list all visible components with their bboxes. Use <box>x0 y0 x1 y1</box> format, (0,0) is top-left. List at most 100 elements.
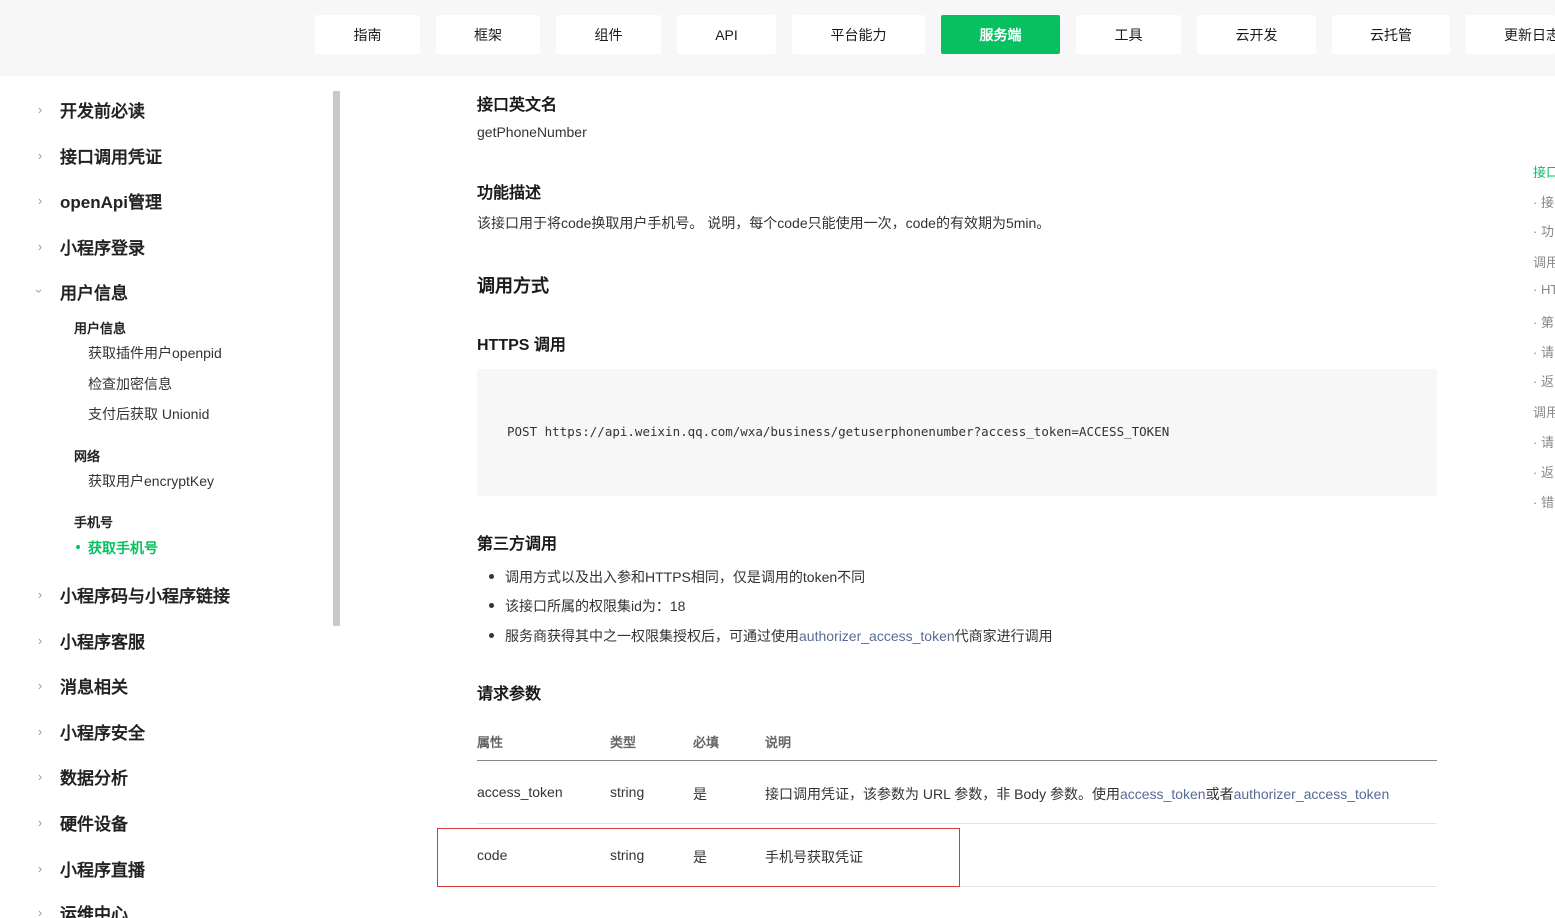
tab-api[interactable]: API <box>677 15 776 54</box>
toc-item[interactable]: 调用 <box>1533 402 1555 421</box>
request-params-heading: 请求参数 <box>477 686 542 703</box>
third-party-bullet: 该接口所属的权限集id为：18 <box>488 598 686 614</box>
sidebar-item-security[interactable]: › 小程序安全 <box>0 716 330 746</box>
sidebar-item-mini-program-login[interactable]: › 小程序登录 <box>0 231 330 261</box>
table-header-type: 类型 <box>610 735 637 750</box>
sidebar-item-access-credentials[interactable]: › 接口调用凭证 <box>0 140 330 170</box>
sidebar-item-messages[interactable]: › 消息相关 <box>0 670 330 700</box>
main-content: 接口英文名 getPhoneNumber 功能描述 该接口用于将code换取用户… <box>340 76 1520 918</box>
toc-item[interactable]: · 功 <box>1533 221 1554 240</box>
sidebar-item-label: 小程序登录 <box>60 238 145 258</box>
api-name-value: getPhoneNumber <box>477 124 587 140</box>
toc-item[interactable]: 调用 <box>1533 252 1555 271</box>
call-method-heading: 调用方式 <box>477 276 549 296</box>
sidebar-item-label: 小程序客服 <box>60 632 145 652</box>
sidebar-subitem-check-encrypted[interactable]: 检查加密信息 <box>88 374 172 394</box>
sidebar-item-label: 用户信息 <box>60 283 128 303</box>
sidebar-group-title: 用户信息 <box>74 321 127 336</box>
sidebar-item-label: 小程序直播 <box>60 860 145 880</box>
toc-item[interactable]: · 接 <box>1533 192 1554 211</box>
cell-text: 或者 <box>1205 786 1234 802</box>
toc-item[interactable]: 接口 <box>1533 162 1555 181</box>
sidebar-item-openapi-management[interactable]: › openApi管理 <box>0 185 330 215</box>
chevron-right-icon: › <box>37 238 43 254</box>
chevron-right-icon: › <box>37 632 43 648</box>
sidebar-subitem-plugin-openpid[interactable]: 获取插件用户openpid <box>88 343 222 363</box>
sidebar-item-before-development[interactable]: › 开发前必读 <box>0 94 330 124</box>
sidebar-subitem-encrypt-key[interactable]: 获取用户encryptKey <box>88 471 214 491</box>
tab-server-side[interactable]: 服务端 <box>941 15 1060 54</box>
chevron-down-icon: › <box>32 288 48 294</box>
sidebar: › 开发前必读 › 接口调用凭证 › openApi管理 › 小程序登录 › 用… <box>0 76 340 918</box>
authorizer-access-token-link[interactable]: authorizer_access_token <box>799 628 955 644</box>
https-code-block: POST https://api.weixin.qq.com/wxa/busin… <box>477 369 1437 496</box>
sidebar-item-operations-center[interactable]: › 运维中心 <box>0 897 330 918</box>
toc-item[interactable]: · 错 <box>1533 492 1554 511</box>
table-cell-description: 接口调用凭证，该参数为 URL 参数，非 Body 参数。使用access_to… <box>765 784 1389 804</box>
chevron-right-icon: › <box>37 860 43 876</box>
table-row-divider <box>477 823 1437 824</box>
sidebar-subitem-unionid[interactable]: 支付后获取 Unionid <box>88 404 209 424</box>
bullet-text: 代商家进行调用 <box>954 628 1053 644</box>
third-party-heading: 第三方调用 <box>477 536 558 553</box>
tab-framework[interactable]: 框架 <box>436 15 540 54</box>
tab-guide[interactable]: 指南 <box>315 15 420 54</box>
tab-platform-capabilities[interactable]: 平台能力 <box>792 15 925 54</box>
chevron-right-icon: › <box>37 147 43 163</box>
sidebar-item-label: 小程序码与小程序链接 <box>60 586 230 606</box>
table-header-divider <box>477 760 1437 761</box>
chevron-right-icon: › <box>37 677 43 693</box>
chevron-right-icon: › <box>37 101 43 117</box>
sidebar-subitem-label: 获取手机号 <box>88 540 158 556</box>
sidebar-item-live-streaming[interactable]: › 小程序直播 <box>0 853 330 883</box>
toc-item[interactable]: · 返 <box>1533 462 1554 481</box>
sidebar-subitem-get-phone-number[interactable]: 获取手机号 <box>76 538 158 558</box>
https-call-heading: HTTPS 调用 <box>477 337 566 354</box>
table-cell-required: 是 <box>693 786 707 802</box>
chevron-right-icon: › <box>37 768 43 784</box>
tab-cloud-development[interactable]: 云开发 <box>1197 15 1316 54</box>
sidebar-scrollbar[interactable] <box>333 91 340 626</box>
sidebar-item-label: openApi管理 <box>60 192 162 212</box>
table-of-contents: 接口 · 接 · 功 调用 · HT · 第 · 请 · 返 调用 · 请 · … <box>1520 76 1555 918</box>
chevron-right-icon: › <box>37 723 43 739</box>
https-code-text: POST https://api.weixin.qq.com/wxa/busin… <box>507 424 1170 439</box>
table-header-required: 必填 <box>693 735 720 750</box>
authorizer-access-token-link[interactable]: authorizer_access_token <box>1234 786 1390 802</box>
toc-item[interactable]: · 请 <box>1533 342 1554 361</box>
toc-item[interactable]: · 返 <box>1533 371 1554 390</box>
chevron-right-icon: › <box>37 586 43 602</box>
sidebar-item-label: 运维中心 <box>60 904 128 918</box>
highlight-box <box>437 828 960 887</box>
toc-item[interactable]: · HT <box>1533 282 1555 297</box>
sidebar-item-label: 接口调用凭证 <box>60 147 162 167</box>
sidebar-item-label: 小程序安全 <box>60 723 145 743</box>
sidebar-item-qrcode-links[interactable]: › 小程序码与小程序链接 <box>0 579 330 609</box>
top-navigation-bar: 指南 框架 组件 API 平台能力 服务端 工具 云开发 云托管 更新日志 <box>0 0 1555 76</box>
sidebar-item-label: 硬件设备 <box>60 814 128 834</box>
table-cell-type: string <box>610 784 645 800</box>
sidebar-item-customer-service[interactable]: › 小程序客服 <box>0 625 330 655</box>
bullet-text: 服务商获得其中之一权限集授权后，可通过使用 <box>505 628 799 644</box>
sidebar-group-title: 网络 <box>74 449 101 464</box>
sidebar-item-label: 开发前必读 <box>60 101 145 121</box>
tab-changelog[interactable]: 更新日志 <box>1466 15 1555 54</box>
tab-components[interactable]: 组件 <box>556 15 661 54</box>
tab-cloud-hosting[interactable]: 云托管 <box>1332 15 1450 54</box>
chevron-right-icon: › <box>37 814 43 830</box>
sidebar-group-title: 手机号 <box>74 515 114 530</box>
sidebar-item-analytics[interactable]: › 数据分析 <box>0 761 330 791</box>
sidebar-item-label: 数据分析 <box>60 768 128 788</box>
access-token-link[interactable]: access_token <box>1120 786 1206 802</box>
toc-item[interactable]: · 请 <box>1533 432 1554 451</box>
api-name-heading: 接口英文名 <box>477 97 558 114</box>
toc-item[interactable]: · 第 <box>1533 312 1554 331</box>
table-header-description: 说明 <box>765 735 792 750</box>
description-text: 该接口用于将code换取用户手机号。 说明，每个code只能使用一次，code的… <box>477 215 1051 231</box>
tab-tools[interactable]: 工具 <box>1076 15 1181 54</box>
chevron-right-icon: › <box>37 192 43 208</box>
description-heading: 功能描述 <box>477 185 542 202</box>
sidebar-item-hardware[interactable]: › 硬件设备 <box>0 807 330 837</box>
sidebar-item-user-info[interactable]: › 用户信息 <box>0 276 330 306</box>
chevron-right-icon: › <box>37 904 43 918</box>
